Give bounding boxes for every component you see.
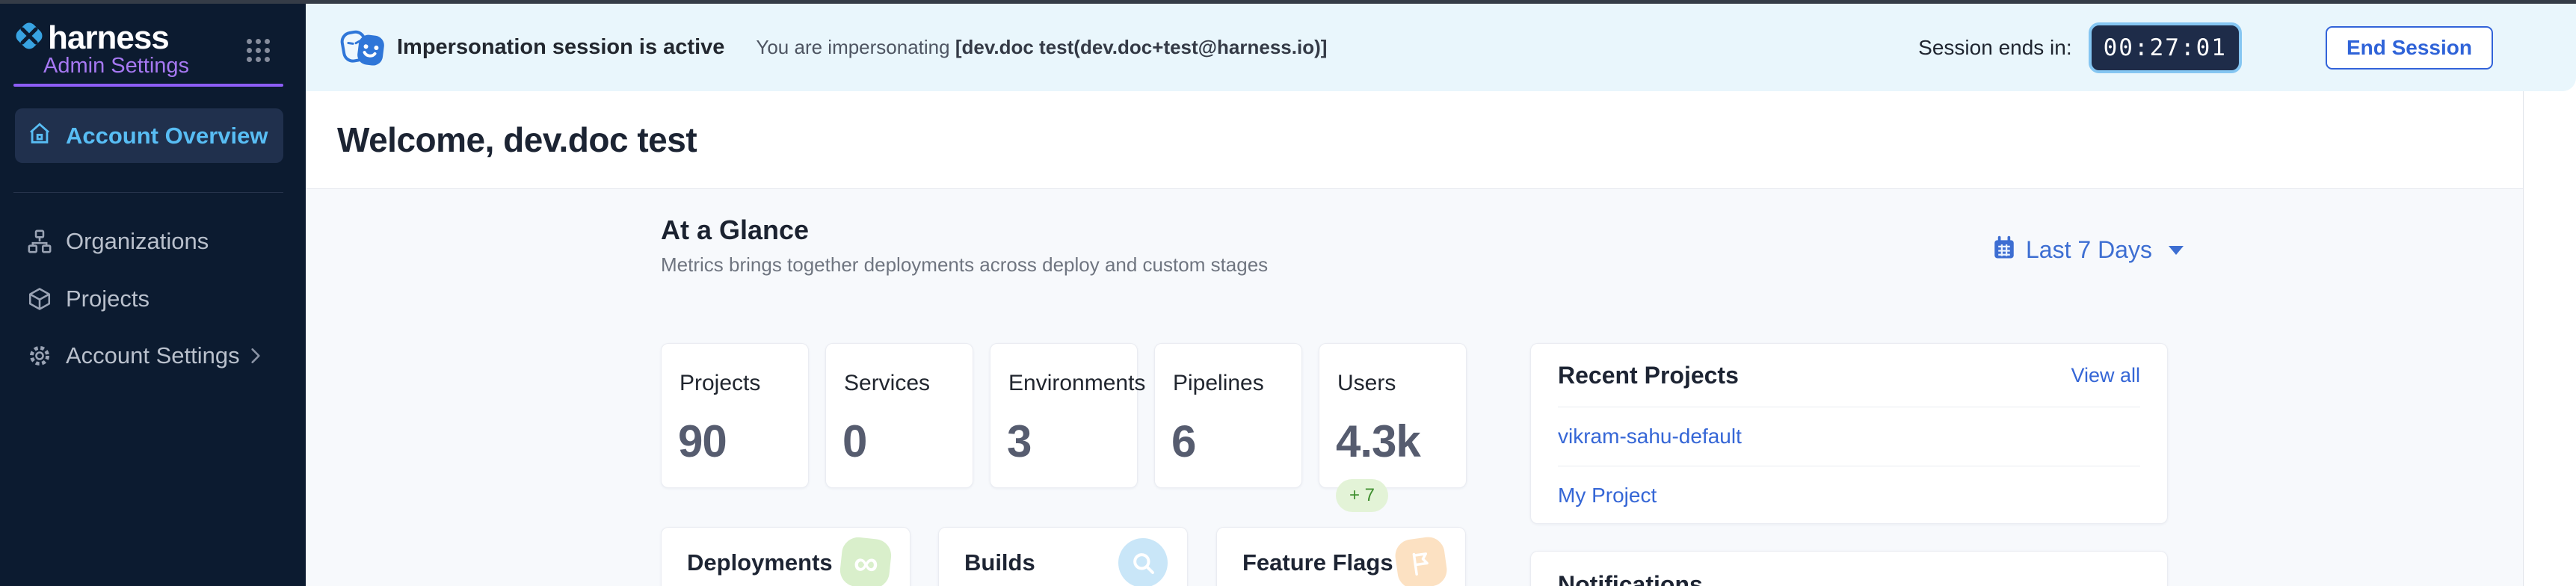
session-controls: Session ends in: 00:27:01 End Session (1918, 22, 2493, 73)
date-range-label: Last 7 Days (2026, 236, 2152, 264)
metric-value: 90 (678, 416, 808, 467)
main-content: At a Glance Metrics brings together depl… (306, 189, 2523, 586)
session-ends-label: Session ends in: (1918, 36, 2071, 60)
harness-logo-icon (12, 16, 46, 59)
module-title: Feature Flags (1242, 549, 1393, 576)
home-icon (27, 121, 52, 150)
sidebar-item-label: Organizations (66, 228, 209, 255)
chevron-right-icon[interactable] (247, 346, 264, 366)
module-title: Deployments (687, 549, 833, 576)
banner-title: Impersonation session is active (397, 35, 724, 60)
sidebar: harness Admin Settings Account Overview (0, 0, 306, 586)
recent-projects-card: Recent Projects View all vikram-sahu-def… (1530, 343, 2168, 524)
module-card-builds[interactable]: Builds (938, 527, 1188, 586)
impersonated-user: [dev.doc test(dev.doc+test@harness.io)] (955, 36, 1328, 58)
sidebar-item-account-settings[interactable]: Account Settings (15, 332, 283, 380)
window-top-strip (0, 0, 2576, 4)
users-delta-badge: + 7 (1336, 479, 1388, 512)
notifications-card: Notifications (1530, 551, 2168, 586)
magnifier-icon (1118, 538, 1168, 586)
brand-underline (13, 84, 283, 87)
caret-down-icon (2169, 246, 2184, 255)
banner-subtitle: You are impersonating [dev.doc test(dev.… (756, 36, 1327, 59)
harness-admin-app: harness Admin Settings Account Overview (0, 0, 2576, 586)
metric-label: Environments (1008, 371, 1137, 396)
flag-icon (1393, 535, 1449, 586)
module-title: Builds (964, 549, 1035, 576)
metric-label: Pipelines (1173, 371, 1301, 396)
sidebar-item-account-overview[interactable]: Account Overview (15, 108, 283, 163)
notifications-title: Notifications (1558, 571, 2167, 586)
project-link-vikram-sahu-default[interactable]: vikram-sahu-default (1558, 407, 2140, 466)
sidebar-item-projects[interactable]: Projects (15, 275, 283, 323)
page-title: Welcome, dev.doc test (337, 120, 697, 160)
sidebar-item-label: Account Settings (66, 342, 240, 369)
metric-value: 0 (842, 416, 973, 467)
metric-card-pipelines[interactable]: Pipelines 6 (1154, 343, 1302, 488)
view-all-link[interactable]: View all (2071, 364, 2140, 387)
page-header: Welcome, dev.doc test (306, 91, 2523, 189)
sidebar-divider (13, 192, 283, 193)
metric-value: 6 (1171, 416, 1301, 467)
date-range-picker[interactable]: Last 7 Days (1991, 235, 2184, 265)
section-title-at-a-glance: At a Glance (661, 215, 809, 246)
cube-icon (27, 286, 52, 312)
scrollbar-gutter[interactable] (2523, 91, 2576, 586)
brand-wordmark: harness (48, 19, 169, 57)
module-card-deployments[interactable]: Deployments ∞ (661, 527, 910, 586)
brand-row: harness (12, 16, 169, 59)
edition-label: Admin Settings (43, 54, 189, 78)
metric-label: Projects (680, 371, 808, 396)
theater-masks-icon (340, 28, 386, 68)
section-subtitle: Metrics brings together deployments acro… (661, 253, 1268, 277)
organizations-icon (27, 229, 52, 254)
sidebar-item-label: Projects (66, 286, 150, 312)
module-card-feature-flags[interactable]: Feature Flags (1216, 527, 1466, 586)
gear-icon (27, 343, 52, 368)
apps-grid-icon[interactable] (247, 39, 270, 62)
pipeline-infinity-icon: ∞ (839, 536, 893, 586)
project-link-my-project[interactable]: My Project (1558, 466, 2140, 525)
metric-label: Users (1337, 371, 1466, 396)
metric-value: 3 (1007, 416, 1137, 467)
sidebar-item-organizations[interactable]: Organizations (15, 218, 283, 265)
metric-card-users[interactable]: Users 4.3k + 7 (1319, 343, 1467, 488)
calendar-icon (1991, 235, 2017, 265)
recent-projects-title: Recent Projects (1558, 362, 1739, 389)
metric-label: Services (844, 371, 973, 396)
metric-card-services[interactable]: Services 0 (825, 343, 973, 488)
sidebar-item-label: Account Overview (66, 123, 268, 149)
metric-card-environments[interactable]: Environments 3 (990, 343, 1138, 488)
end-session-button[interactable]: End Session (2326, 26, 2493, 70)
metric-value: 4.3k (1336, 416, 1466, 467)
session-countdown-timer: 00:27:01 (2089, 22, 2242, 73)
metric-card-projects[interactable]: Projects 90 (661, 343, 809, 488)
impersonation-banner: Impersonation session is active You are … (306, 4, 2576, 91)
